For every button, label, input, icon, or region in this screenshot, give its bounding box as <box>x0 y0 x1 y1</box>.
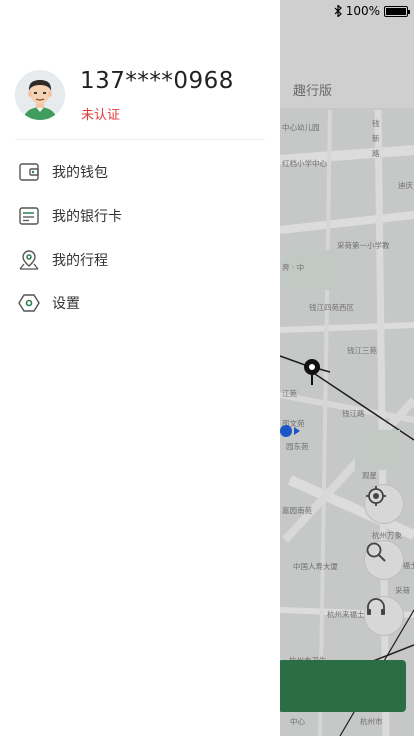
search-icon <box>366 542 386 562</box>
map-label: 新 <box>372 134 380 143</box>
map-label: 采荷 <box>395 586 410 595</box>
battery-icon <box>384 5 410 17</box>
map-label: 钱 <box>372 119 380 128</box>
map-label: 中心幼儿园 <box>282 123 320 132</box>
map-label: 迪庆 <box>398 181 413 190</box>
locate-button[interactable] <box>364 484 404 524</box>
side-drawer: 137****0968 未认证 我的钱包 我的银行卡 我的行程 设置 <box>0 0 280 736</box>
map-label: 路 <box>372 149 380 158</box>
locate-icon <box>366 486 386 506</box>
map-label: 中心 <box>290 717 305 726</box>
map-label: 钱江路 <box>342 409 365 418</box>
map-label: 杭州市 <box>360 717 383 726</box>
map-label: 红档小学中心 <box>282 159 327 168</box>
map-label: 园东苑 <box>286 442 309 451</box>
map-label: 奔 · 中 <box>282 263 305 272</box>
menu-item-label: 我的钱包 <box>52 165 108 181</box>
menu-item-settings[interactable]: 设置 <box>18 289 80 317</box>
map-label: 钱江三苑 <box>347 346 377 355</box>
headset-icon <box>367 598 385 615</box>
menu-item-trips[interactable]: 我的行程 <box>18 246 108 274</box>
map-label: 杭州来福士 <box>327 610 365 619</box>
map-label: 嘉园南苑 <box>282 506 312 515</box>
location-pin-icon <box>18 249 40 271</box>
map-label: 观星 <box>362 471 377 480</box>
user-phone-number: 137****0968 <box>80 68 234 94</box>
menu-item-label: 我的银行卡 <box>52 209 122 225</box>
verification-status[interactable]: 未认证 <box>81 104 120 123</box>
map-label: 采荷第一小学教 <box>337 241 390 250</box>
battery-percent: 100% <box>345 4 380 18</box>
search-button[interactable] <box>364 540 404 580</box>
map-label: 钱江四苑西区 <box>309 303 354 312</box>
bank-card-icon <box>18 205 40 227</box>
action-bar-button[interactable] <box>278 660 406 712</box>
settings-icon <box>18 292 40 314</box>
menu-item-bank-card[interactable]: 我的银行卡 <box>18 202 122 230</box>
map-label: 江苑 <box>282 389 297 398</box>
bluetooth-icon <box>334 5 342 17</box>
menu-item-label: 我的行程 <box>52 253 108 269</box>
avatar[interactable] <box>15 70 65 120</box>
user-avatar-icon <box>15 70 65 120</box>
customer-service-button[interactable] <box>364 596 404 636</box>
status-bar: 100% <box>334 2 410 20</box>
wallet-icon <box>18 161 40 183</box>
menu-item-label: 设置 <box>52 296 80 312</box>
map-label: 中国人寿大厦 <box>293 562 338 571</box>
divider <box>15 139 265 140</box>
map-title: 趣行版 <box>293 84 333 99</box>
menu-item-wallet[interactable]: 我的钱包 <box>18 158 108 186</box>
